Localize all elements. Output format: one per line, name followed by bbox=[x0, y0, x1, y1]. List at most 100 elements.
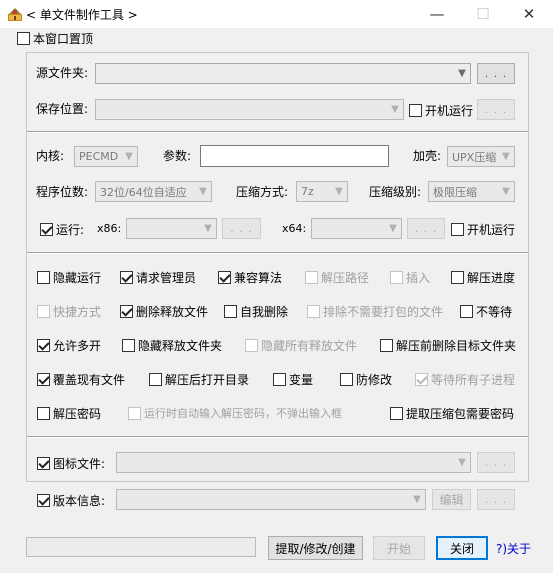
about-link[interactable]: ?)关于 bbox=[496, 540, 531, 557]
checkbox-box bbox=[307, 304, 320, 318]
checkbox-box bbox=[409, 103, 422, 117]
checkbox-box bbox=[390, 406, 403, 420]
delete-released-checkbox[interactable]: 删除释放文件 bbox=[120, 303, 208, 319]
anti-modify-checkbox[interactable]: 防修改 bbox=[340, 371, 392, 387]
checkbox-box bbox=[149, 372, 162, 386]
x64-combo[interactable]: ▼ bbox=[311, 218, 402, 239]
checkbox-box bbox=[460, 304, 473, 318]
chevron-down-icon: ▼ bbox=[389, 223, 397, 234]
bits-combo[interactable]: 32位/64位自适应 ▼ bbox=[95, 181, 212, 202]
version-info-combo[interactable]: ▼ bbox=[116, 489, 426, 510]
x86-browse-button[interactable]: . . . bbox=[222, 218, 261, 239]
hide-run-checkbox[interactable]: 隐藏运行 bbox=[37, 269, 101, 285]
divider bbox=[27, 252, 528, 254]
checkbox-box bbox=[451, 222, 464, 236]
checkbox-box bbox=[37, 406, 50, 420]
checkbox-box bbox=[273, 372, 286, 386]
checkbox-box bbox=[37, 270, 50, 284]
save-autorun-label: 开机运行 bbox=[425, 103, 474, 118]
no-wait-checkbox[interactable]: 不等待 bbox=[460, 303, 512, 319]
version-info-browse-button[interactable]: . . . bbox=[477, 489, 515, 510]
chevron-down-icon: ▼ bbox=[458, 68, 466, 79]
auto-password-checkbox[interactable]: 运行时自动输入解压密码，不弹出输入框 bbox=[128, 405, 342, 421]
save-location-browse-button[interactable]: . . . bbox=[477, 99, 515, 120]
save-location-combo[interactable]: ▼ bbox=[95, 99, 404, 120]
insert-checkbox[interactable]: 插入 bbox=[390, 269, 430, 285]
hide-release-folder-checkbox[interactable]: 隐藏释放文件夹 bbox=[122, 337, 222, 353]
chevron-down-icon: ▼ bbox=[458, 457, 466, 468]
checkbox-box bbox=[390, 270, 403, 284]
checkbox-box bbox=[380, 338, 393, 352]
wait-children-checkbox[interactable]: 等待所有子进程 bbox=[415, 371, 515, 387]
save-location-label: 保存位置: bbox=[36, 102, 89, 116]
icon-file-checkbox[interactable]: 图标文件: bbox=[37, 455, 105, 471]
extract-password-checkbox[interactable]: 解压密码 bbox=[37, 405, 101, 421]
close-window-button[interactable]: ✕ bbox=[506, 0, 552, 28]
checkbox-box bbox=[40, 222, 53, 236]
checkbox-box bbox=[37, 304, 50, 318]
variable-checkbox[interactable]: 变量 bbox=[273, 371, 313, 387]
checkbox-box bbox=[37, 338, 50, 352]
shell-label: 加壳: bbox=[413, 149, 442, 163]
extract-modify-create-button[interactable]: 提取/修改/创建 bbox=[268, 536, 363, 560]
checkbox-box bbox=[17, 31, 30, 45]
checkbox-box bbox=[120, 270, 133, 284]
maximize-icon: ☐ bbox=[476, 5, 490, 23]
compat-algo-checkbox[interactable]: 兼容算法 bbox=[218, 269, 282, 285]
checkbox-box bbox=[224, 304, 237, 318]
minimize-button[interactable]: — bbox=[414, 0, 460, 28]
request-admin-checkbox[interactable]: 请求管理员 bbox=[120, 269, 196, 285]
source-folder-browse-button[interactable]: . . . bbox=[477, 63, 515, 84]
kernel-combo[interactable]: PECMD ▼ bbox=[74, 146, 138, 167]
x64-label: x64: bbox=[282, 222, 307, 235]
extract-need-password-checkbox[interactable]: 提取压缩包需要密码 bbox=[390, 405, 514, 421]
overwrite-existing-checkbox[interactable]: 覆盖现有文件 bbox=[37, 371, 125, 387]
icon-file-browse-button[interactable]: . . . bbox=[477, 452, 515, 473]
version-edit-button[interactable]: 编辑 bbox=[432, 489, 471, 510]
chevron-down-icon: ▼ bbox=[199, 186, 207, 197]
run-autorun-checkbox[interactable]: 开机运行 bbox=[451, 221, 515, 237]
checkbox-box bbox=[128, 406, 141, 420]
x64-browse-button[interactable]: . . . bbox=[407, 218, 445, 239]
shell-combo[interactable]: UPX压缩 ▼ bbox=[447, 146, 515, 167]
checkbox-box bbox=[122, 338, 135, 352]
hide-all-released-checkbox[interactable]: 隐藏所有释放文件 bbox=[245, 337, 357, 353]
checkbox-box bbox=[340, 372, 353, 386]
source-folder-label: 源文件夹: bbox=[36, 66, 89, 80]
run-checkbox[interactable]: 运行: bbox=[40, 221, 84, 237]
compress-method-combo[interactable]: 7z ▼ bbox=[296, 181, 348, 202]
chevron-down-icon: ▼ bbox=[125, 151, 133, 162]
checkbox-box bbox=[37, 372, 50, 386]
topmost-label: 本窗口置顶 bbox=[33, 31, 94, 46]
extract-progress-checkbox[interactable]: 解压进度 bbox=[451, 269, 515, 285]
version-info-checkbox[interactable]: 版本信息: bbox=[37, 492, 105, 508]
app-icon bbox=[6, 5, 24, 23]
run-label: 运行: bbox=[56, 222, 85, 237]
topmost-checkbox[interactable]: 本窗口置顶 bbox=[17, 30, 93, 46]
self-delete-checkbox[interactable]: 自我删除 bbox=[224, 303, 288, 319]
params-label: 参数: bbox=[163, 149, 192, 163]
shortcut-checkbox[interactable]: 快捷方式 bbox=[37, 303, 101, 319]
start-button[interactable]: 开始 bbox=[373, 536, 425, 560]
chevron-down-icon: ▼ bbox=[204, 223, 212, 234]
checkbox-box bbox=[37, 456, 50, 470]
extract-path-checkbox[interactable]: 解压路径 bbox=[305, 269, 369, 285]
close-button[interactable]: 关闭 bbox=[436, 536, 488, 560]
compress-level-combo[interactable]: 极限压缩 ▼ bbox=[428, 181, 515, 202]
open-dir-after-checkbox[interactable]: 解压后打开目录 bbox=[149, 371, 249, 387]
delete-target-before-checkbox[interactable]: 解压前删除目标文件夹 bbox=[380, 337, 516, 353]
compress-method-label: 压缩方式: bbox=[236, 185, 289, 199]
x86-label: x86: bbox=[97, 222, 122, 235]
compress-level-label: 压缩级别: bbox=[369, 185, 422, 199]
exclude-unneeded-checkbox[interactable]: 排除不需要打包的文件 bbox=[307, 303, 443, 319]
chevron-down-icon: ▼ bbox=[391, 104, 399, 115]
checkbox-box bbox=[37, 493, 50, 507]
divider bbox=[27, 436, 528, 438]
x86-combo[interactable]: ▼ bbox=[126, 218, 217, 239]
source-folder-combo[interactable]: ▼ bbox=[95, 63, 471, 84]
allow-multi-checkbox[interactable]: 允许多开 bbox=[37, 337, 101, 353]
icon-file-combo[interactable]: ▼ bbox=[116, 452, 471, 473]
checkbox-box bbox=[120, 304, 133, 318]
save-autorun-checkbox[interactable]: 开机运行 bbox=[409, 102, 473, 118]
params-input[interactable] bbox=[200, 145, 389, 167]
